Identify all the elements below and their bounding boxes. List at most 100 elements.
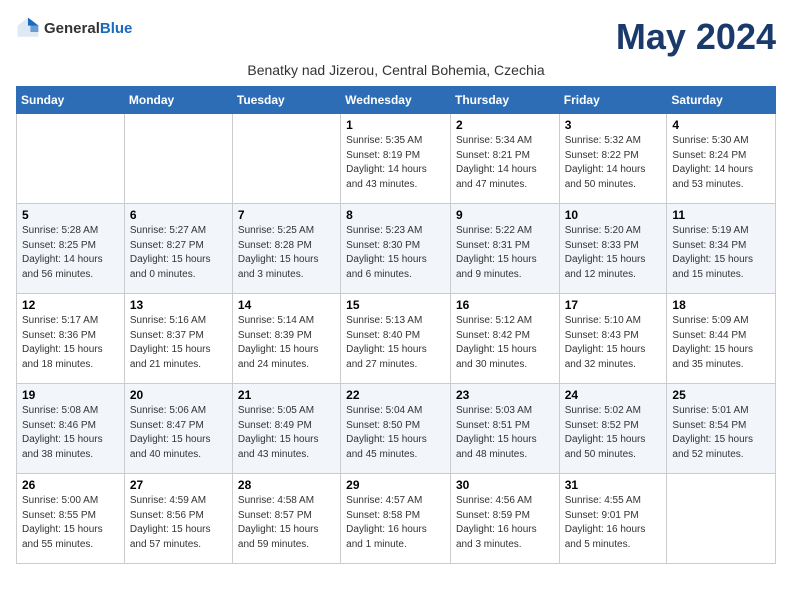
calendar-cell: 10 Sunrise: 5:20 AM Sunset: 8:33 PM Dayli… [559, 204, 667, 294]
day-info: Sunrise: 4:58 AM Sunset: 8:57 PM Dayligh… [238, 494, 335, 552]
day-info: Sunrise: 5:09 AM Sunset: 8:44 PM Dayligh… [672, 314, 770, 372]
calendar-cell: 28Sunrise: 4:58 AM Sunset: 8:57 PM Dayli… [232, 474, 340, 564]
day-number: 11 [672, 208, 770, 222]
day-info: Sunrise: 4:56 AM Sunset: 8:59 PM Dayligh… [456, 494, 554, 552]
calendar-cell [124, 114, 232, 204]
calendar-cell: 4Sunrise: 5:30 AM Sunset: 8:24 PM Daylig… [667, 114, 776, 204]
day-number: 20 [130, 388, 227, 402]
day-number: 8 [346, 208, 445, 222]
day-number: 18 [672, 298, 770, 312]
logo: GeneralBlue [16, 16, 132, 40]
day-number: 14 [238, 298, 335, 312]
calendar-cell: 12 Sunrise: 5:17 AM Sunset: 8:36 PM Dayli… [17, 294, 125, 384]
calendar-cell: 3 Sunrise: 5:32 AM Sunset: 8:22 PM Daylig… [559, 114, 667, 204]
day-info: Sunrise: 5:16 AM Sunset: 8:37 PM Dayligh… [130, 314, 227, 372]
calendar-cell: 1 Sunrise: 5:35 AM Sunset: 8:19 PM Daylig… [341, 114, 451, 204]
calendar-cell: 15Sunrise: 5:13 AM Sunset: 8:40 PM Dayli… [341, 294, 451, 384]
month-title: May 2024 [616, 16, 776, 58]
calendar-cell: 14 Sunrise: 5:14 AM Sunset: 8:39 PM Dayli… [232, 294, 340, 384]
calendar-cell: 26 Sunrise: 5:00 AM Sunset: 8:55 PM Dayli… [17, 474, 125, 564]
day-info: Sunrise: 5:05 AM Sunset: 8:49 PM Dayligh… [238, 404, 335, 462]
day-number: 15 [346, 298, 445, 312]
day-number: 17 [565, 298, 662, 312]
subtitle: Benatky nad Jizerou, Central Bohemia, Cz… [16, 62, 776, 78]
calendar-cell: 30 Sunrise: 4:56 AM Sunset: 8:59 PM Dayli… [450, 474, 559, 564]
day-of-week-header: Thursday [450, 87, 559, 114]
calendar-cell: 19Sunrise: 5:08 AM Sunset: 8:46 PM Dayli… [17, 384, 125, 474]
day-number: 13 [130, 298, 227, 312]
calendar-cell: 20Sunrise: 5:06 AM Sunset: 8:47 PM Dayli… [124, 384, 232, 474]
day-info: Sunrise: 4:59 AM Sunset: 8:56 PM Dayligh… [130, 494, 227, 552]
calendar-week-row: 5Sunrise: 5:28 AM Sunset: 8:25 PM Daylig… [17, 204, 776, 294]
day-of-week-header: Wednesday [341, 87, 451, 114]
day-info: Sunrise: 4:55 AM Sunset: 9:01 PM Dayligh… [565, 494, 662, 552]
calendar-cell: 24 Sunrise: 5:02 AM Sunset: 8:52 PM Dayli… [559, 384, 667, 474]
calendar-cell [667, 474, 776, 564]
day-of-week-header: Friday [559, 87, 667, 114]
day-number: 2 [456, 118, 554, 132]
day-info: Sunrise: 5:20 AM Sunset: 8:33 PM Dayligh… [565, 224, 662, 282]
calendar-week-row: 19Sunrise: 5:08 AM Sunset: 8:46 PM Dayli… [17, 384, 776, 474]
day-number: 26 [22, 478, 119, 492]
day-number: 1 [346, 118, 445, 132]
day-info: Sunrise: 5:03 AM Sunset: 8:51 PM Dayligh… [456, 404, 554, 462]
day-info: Sunrise: 5:35 AM Sunset: 8:19 PM Dayligh… [346, 134, 445, 192]
calendar-header-row: SundayMondayTuesdayWednesdayThursdayFrid… [17, 87, 776, 114]
day-info: Sunrise: 5:04 AM Sunset: 8:50 PM Dayligh… [346, 404, 445, 462]
day-number: 10 [565, 208, 662, 222]
calendar-cell: 16Sunrise: 5:12 AM Sunset: 8:42 PM Dayli… [450, 294, 559, 384]
day-info: Sunrise: 5:19 AM Sunset: 8:34 PM Dayligh… [672, 224, 770, 282]
calendar-cell: 7 Sunrise: 5:25 AM Sunset: 8:28 PM Daylig… [232, 204, 340, 294]
day-info: Sunrise: 5:32 AM Sunset: 8:22 PM Dayligh… [565, 134, 662, 192]
calendar-cell: 8 Sunrise: 5:23 AM Sunset: 8:30 PM Daylig… [341, 204, 451, 294]
day-info: Sunrise: 5:34 AM Sunset: 8:21 PM Dayligh… [456, 134, 554, 192]
day-number: 7 [238, 208, 335, 222]
calendar-cell [17, 114, 125, 204]
day-number: 27 [130, 478, 227, 492]
day-number: 3 [565, 118, 662, 132]
day-info: Sunrise: 5:08 AM Sunset: 8:46 PM Dayligh… [22, 404, 119, 462]
logo-text: GeneralBlue [44, 20, 132, 37]
day-info: Sunrise: 5:00 AM Sunset: 8:55 PM Dayligh… [22, 494, 119, 552]
calendar-cell: 6Sunrise: 5:27 AM Sunset: 8:27 PM Daylig… [124, 204, 232, 294]
day-number: 31 [565, 478, 662, 492]
day-number: 29 [346, 478, 445, 492]
day-of-week-header: Sunday [17, 87, 125, 114]
day-number: 12 [22, 298, 119, 312]
day-number: 24 [565, 388, 662, 402]
calendar-week-row: 26 Sunrise: 5:00 AM Sunset: 8:55 PM Dayli… [17, 474, 776, 564]
calendar-cell: 13 Sunrise: 5:16 AM Sunset: 8:37 PM Dayli… [124, 294, 232, 384]
day-number: 23 [456, 388, 554, 402]
day-info: Sunrise: 5:01 AM Sunset: 8:54 PM Dayligh… [672, 404, 770, 462]
calendar-cell: 31 Sunrise: 4:55 AM Sunset: 9:01 PM Dayli… [559, 474, 667, 564]
logo-icon [16, 16, 40, 40]
day-number: 9 [456, 208, 554, 222]
calendar-cell: 27 Sunrise: 4:59 AM Sunset: 8:56 PM Dayli… [124, 474, 232, 564]
day-info: Sunrise: 5:23 AM Sunset: 8:30 PM Dayligh… [346, 224, 445, 282]
calendar-cell: 5Sunrise: 5:28 AM Sunset: 8:25 PM Daylig… [17, 204, 125, 294]
calendar-cell [232, 114, 340, 204]
calendar-cell: 21 Sunrise: 5:05 AM Sunset: 8:49 PM Dayli… [232, 384, 340, 474]
day-number: 4 [672, 118, 770, 132]
calendar-cell: 11 Sunrise: 5:19 AM Sunset: 8:34 PM Dayli… [667, 204, 776, 294]
day-info: Sunrise: 5:14 AM Sunset: 8:39 PM Dayligh… [238, 314, 335, 372]
day-info: Sunrise: 5:22 AM Sunset: 8:31 PM Dayligh… [456, 224, 554, 282]
day-info: Sunrise: 4:57 AM Sunset: 8:58 PM Dayligh… [346, 494, 445, 552]
day-info: Sunrise: 5:02 AM Sunset: 8:52 PM Dayligh… [565, 404, 662, 462]
calendar-cell: 2 Sunrise: 5:34 AM Sunset: 8:21 PM Daylig… [450, 114, 559, 204]
calendar-cell: 9 Sunrise: 5:22 AM Sunset: 8:31 PM Daylig… [450, 204, 559, 294]
day-of-week-header: Tuesday [232, 87, 340, 114]
day-info: Sunrise: 5:25 AM Sunset: 8:28 PM Dayligh… [238, 224, 335, 282]
day-number: 30 [456, 478, 554, 492]
day-number: 5 [22, 208, 119, 222]
day-number: 21 [238, 388, 335, 402]
day-info: Sunrise: 5:12 AM Sunset: 8:42 PM Dayligh… [456, 314, 554, 372]
day-of-week-header: Monday [124, 87, 232, 114]
calendar-cell: 23 Sunrise: 5:03 AM Sunset: 8:51 PM Dayli… [450, 384, 559, 474]
day-of-week-header: Saturday [667, 87, 776, 114]
day-info: Sunrise: 5:17 AM Sunset: 8:36 PM Dayligh… [22, 314, 119, 372]
calendar-cell: 17Sunrise: 5:10 AM Sunset: 8:43 PM Dayli… [559, 294, 667, 384]
day-info: Sunrise: 5:27 AM Sunset: 8:27 PM Dayligh… [130, 224, 227, 282]
calendar-cell: 25Sunrise: 5:01 AM Sunset: 8:54 PM Dayli… [667, 384, 776, 474]
calendar-cell: 22Sunrise: 5:04 AM Sunset: 8:50 PM Dayli… [341, 384, 451, 474]
